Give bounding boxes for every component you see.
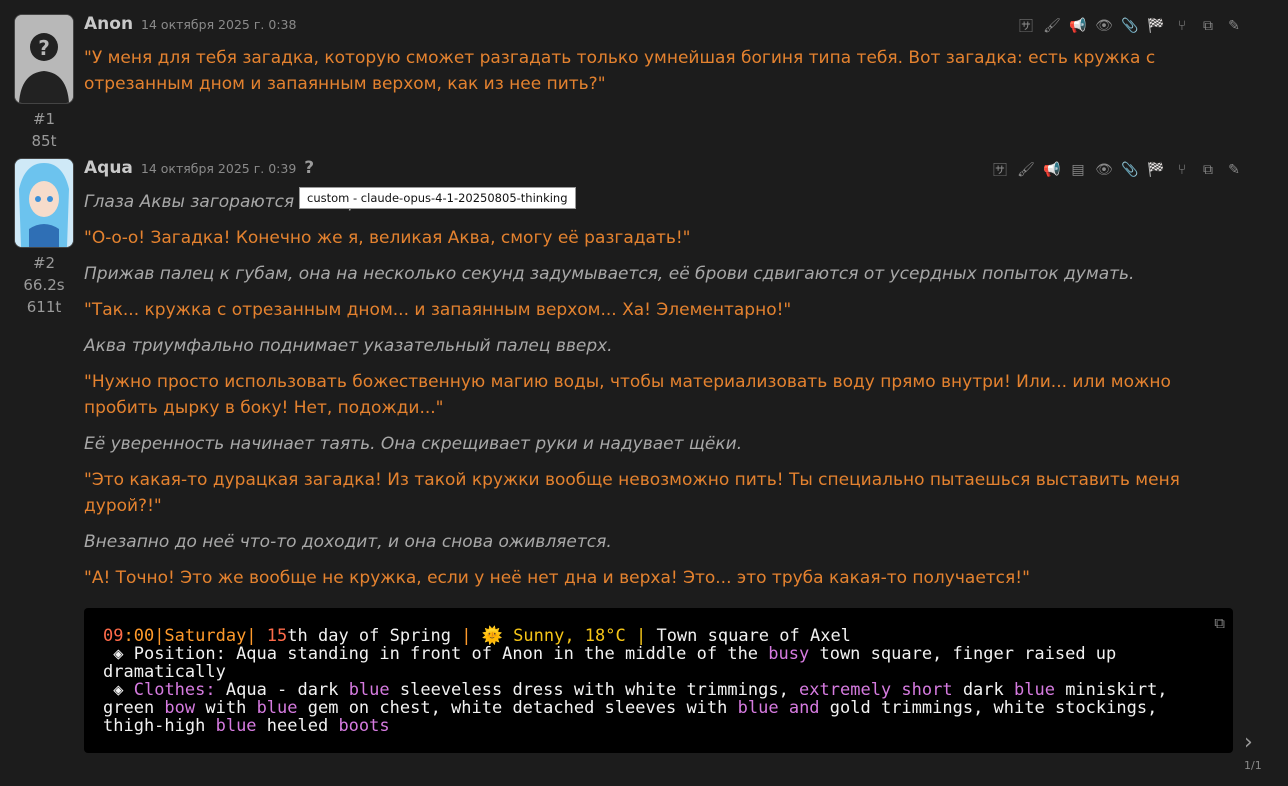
narration: Прижав палец к губам, она на несколько с… bbox=[84, 264, 1135, 284]
clothes-bullet: ◈ bbox=[103, 680, 134, 700]
narration: Её уверенность начинает таять. Она скрещ… bbox=[84, 434, 743, 454]
status-date-num: 15 bbox=[256, 626, 288, 646]
megaphone-icon[interactable]: 📢 bbox=[1042, 160, 1062, 180]
model-info-icon[interactable]: ? bbox=[304, 158, 314, 178]
narration: Глаза Аквы загораются с выпрямляется. bbox=[84, 192, 450, 212]
token-count: 611t bbox=[26, 298, 62, 316]
copy-code-icon[interactable]: ⧉ bbox=[1214, 614, 1225, 632]
status-weather: 🌞 Sunny, 18°C | bbox=[471, 626, 647, 646]
message-header: Aqua 14 октября 2025 г. 0:39 ? bbox=[84, 158, 314, 182]
megaphone-icon[interactable]: 📢 bbox=[1068, 16, 1088, 36]
status-sep: | bbox=[461, 626, 472, 646]
narration: Аква триумфально поднимает указательный … bbox=[84, 336, 613, 356]
clothes-text: gem on chest, white detached sleeves wit… bbox=[297, 698, 738, 718]
clothes-text bbox=[779, 698, 789, 718]
brush-icon[interactable]: 🖌 bbox=[1042, 16, 1062, 36]
avatar[interactable] bbox=[14, 158, 74, 248]
dialogue: "Это какая-то дурацкая загадка! Из такой… bbox=[84, 470, 1180, 516]
clothes-text: sleeveless dress with white trimmings, bbox=[389, 680, 800, 700]
narration: Внезапно до неё что-то доходит, и она сн… bbox=[84, 532, 612, 552]
clothes-highlight: blue bbox=[1014, 680, 1055, 700]
eye-icon[interactable]: 👁 bbox=[1094, 160, 1114, 180]
status-season: th day of Spring bbox=[287, 626, 462, 646]
avatar-column: #2 66.2s 611t bbox=[14, 158, 74, 318]
clothes-highlight: and bbox=[788, 698, 820, 718]
message-id: #2 bbox=[32, 254, 56, 272]
character-name: Aqua bbox=[84, 158, 133, 178]
status-code-block: ⧉ 09:00|Saturday| 15th day of Spring | 🌞 … bbox=[84, 608, 1233, 753]
clothes-highlight: bow bbox=[164, 698, 196, 718]
copy-icon[interactable]: ⧉ bbox=[1198, 160, 1218, 180]
message-actions: 🈂 🖌 📢 👁 📎 🏁 ⑂ ⧉ ✎ bbox=[1016, 16, 1244, 36]
dialogue: "О-о-о! Загадка! Конечно же я, великая А… bbox=[84, 228, 691, 248]
translate-icon[interactable]: 🈂 bbox=[990, 160, 1010, 180]
clothes-text: Aqua - dark bbox=[215, 680, 349, 700]
branch-icon[interactable]: ⑂ bbox=[1172, 16, 1192, 36]
position-highlight: busy bbox=[768, 644, 810, 664]
timestamp: 14 октября 2025 г. 0:39 bbox=[140, 161, 297, 176]
clothes-highlight: blue bbox=[348, 680, 390, 700]
message-text: "У меня для тебя загадка, которую сможет… bbox=[84, 48, 1156, 94]
flag-icon[interactable]: 🏁 bbox=[1146, 16, 1166, 36]
dialogue: "Нужно просто использовать божественную … bbox=[84, 372, 1171, 418]
swipe-right-button[interactable]: › bbox=[1244, 730, 1253, 755]
avatar[interactable]: ? bbox=[14, 14, 74, 104]
timestamp: 14 октября 2025 г. 0:38 bbox=[141, 17, 297, 32]
token-count: 85t bbox=[31, 132, 57, 150]
clothes-highlight: blue bbox=[256, 698, 298, 718]
swipe-counter: 1/1 bbox=[1244, 759, 1262, 772]
dialogue: "Так... кружка с отрезанным дном... и за… bbox=[84, 300, 792, 320]
translate-icon[interactable]: 🈂 bbox=[1016, 16, 1036, 36]
generation-time: 66.2s bbox=[23, 276, 65, 294]
clothes-text: with bbox=[195, 698, 257, 718]
clothes-highlight: blue bbox=[215, 716, 257, 736]
clothes-text: heeled bbox=[256, 716, 339, 736]
message-header: Anon 14 октября 2025 г. 0:38 bbox=[84, 14, 296, 38]
clothes-highlight: extremely short bbox=[799, 680, 953, 700]
pencil-icon[interactable]: ✎ bbox=[1224, 160, 1244, 180]
status-time-day: :00|Saturday| bbox=[123, 626, 257, 646]
clothes-label: Clothes: bbox=[133, 680, 216, 700]
dialogue: "А! Точно! Это же вообще не кружка, если… bbox=[84, 568, 1030, 588]
branch-icon[interactable]: ⑂ bbox=[1172, 160, 1192, 180]
paperclip-icon[interactable]: 📎 bbox=[1120, 16, 1140, 36]
eye-icon[interactable]: 👁 bbox=[1094, 16, 1114, 36]
note-icon[interactable]: ▤ bbox=[1068, 160, 1088, 180]
message-text: Глаза Аквы загораются с выпрямляется. "О… bbox=[84, 189, 1204, 601]
brush-icon[interactable]: 🖌 bbox=[1016, 160, 1036, 180]
status-hour: 09 bbox=[103, 626, 124, 646]
position-text: ◈ Position: Aqua standing in front of An… bbox=[103, 644, 769, 664]
copy-icon[interactable]: ⧉ bbox=[1198, 16, 1218, 36]
clothes-highlight: boots bbox=[338, 716, 390, 736]
model-tooltip: custom - claude-opus-4-1-20250805-thinki… bbox=[299, 187, 576, 209]
svg-text:?: ? bbox=[38, 36, 50, 60]
status-location: Town square of Axel bbox=[646, 626, 851, 646]
message-id: #1 bbox=[32, 110, 56, 128]
character-name: Anon bbox=[84, 14, 134, 34]
avatar-column: ? #1 85t bbox=[14, 14, 74, 152]
clothes-highlight: blue bbox=[737, 698, 779, 718]
flag-icon[interactable]: 🏁 bbox=[1146, 160, 1166, 180]
pencil-icon[interactable]: ✎ bbox=[1224, 16, 1244, 36]
message-actions: 🈂 🖌 📢 ▤ 👁 📎 🏁 ⑂ ⧉ ✎ bbox=[990, 160, 1244, 180]
paperclip-icon[interactable]: 📎 bbox=[1120, 160, 1140, 180]
clothes-text: dark bbox=[952, 680, 1014, 700]
